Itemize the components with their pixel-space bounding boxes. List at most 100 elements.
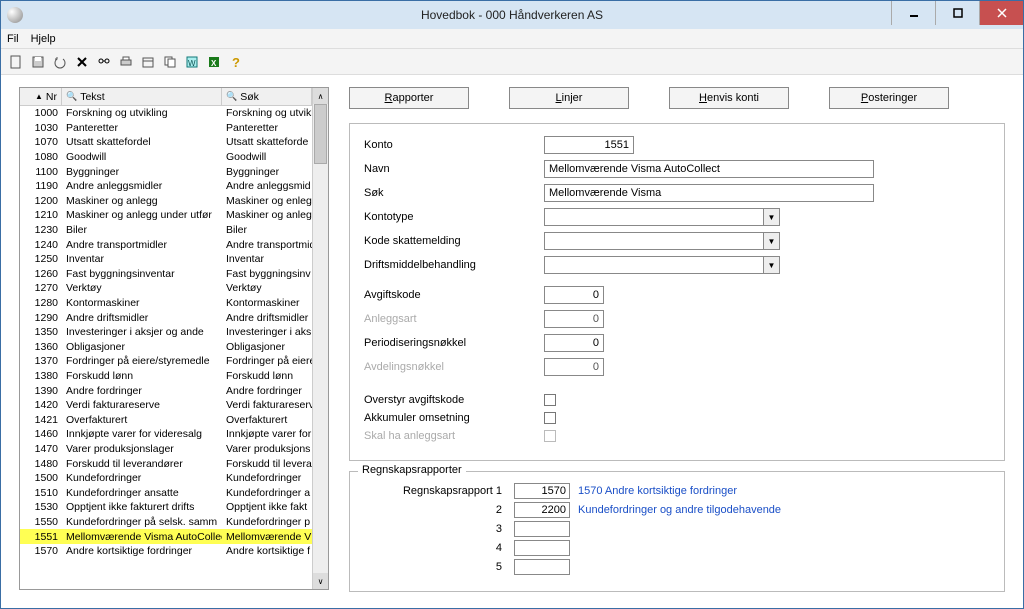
table-row[interactable]: 1080GoodwillGoodwill (20, 150, 328, 165)
cell-tekst: Fast byggningsinventar (62, 268, 222, 280)
grid-body[interactable]: 1000Forskning og utviklingForskning og u… (20, 106, 328, 589)
regnskapsrapport-link[interactable]: Kundefordringer og andre tilgodehavende (570, 504, 781, 516)
avgiftskode-input[interactable] (544, 286, 604, 304)
table-row[interactable]: 1570Andre kortsiktige fordringerAndre ko… (20, 544, 328, 559)
table-row[interactable]: 1260Fast byggningsinventarFast byggnings… (20, 267, 328, 282)
table-row[interactable]: 1210Maskiner og anlegg under utførMaskin… (20, 208, 328, 223)
sok-input[interactable] (544, 184, 874, 202)
table-row[interactable]: 1390Andre fordringerAndre fordringer (20, 383, 328, 398)
konto-input[interactable] (544, 136, 634, 154)
regnskapsrapport-code-input[interactable] (514, 483, 570, 499)
close-button[interactable] (979, 1, 1023, 25)
table-row[interactable]: 1500KundefordringerKundefordringer (20, 471, 328, 486)
regnskapsrapport-code-input[interactable] (514, 540, 570, 556)
copy-icon[interactable] (161, 53, 179, 71)
minimize-button[interactable] (891, 1, 935, 25)
vertical-scrollbar[interactable]: ∧ ∨ (312, 88, 328, 589)
cell-nr: 1500 (20, 472, 62, 484)
regnskapsrapport-code-input[interactable] (514, 521, 570, 537)
delete-icon[interactable] (73, 53, 91, 71)
kontotype-input[interactable] (544, 208, 764, 226)
table-row[interactable]: 1460Innkjøpte varer for videresalgInnkjø… (20, 427, 328, 442)
svg-text:?: ? (232, 55, 240, 69)
maximize-button[interactable] (935, 1, 979, 25)
help-icon[interactable]: ? (227, 53, 245, 71)
col-header-sok[interactable]: 🔍Søk (222, 88, 312, 105)
table-row[interactable]: 1030PanteretterPanteretter (20, 121, 328, 136)
cell-nr: 1530 (20, 501, 62, 513)
table-row[interactable]: 1380Forskudd lønnForskudd lønn (20, 369, 328, 384)
table-row[interactable]: 1230BilerBiler (20, 223, 328, 238)
col-header-nr[interactable]: ▲Nr (20, 88, 62, 105)
table-row[interactable]: 1070Utsatt skattefordelUtsatt skatteford… (20, 135, 328, 150)
table-row[interactable]: 1100ByggningerByggninger (20, 164, 328, 179)
overstyr-avgiftskode-checkbox[interactable] (544, 394, 556, 406)
periodiseringsnokkel-label: Periodiseringsnøkkel (364, 337, 544, 349)
cell-nr: 1080 (20, 151, 62, 163)
kode-skattemelding-input[interactable] (544, 232, 764, 250)
menu-file[interactable]: Fil (7, 33, 19, 45)
table-row[interactable]: 1420Verdi fakturareserveVerdi fakturares… (20, 398, 328, 413)
table-row[interactable]: 1240Andre transportmidlerAndre transport… (20, 237, 328, 252)
print-icon[interactable] (117, 53, 135, 71)
table-row[interactable]: 1350Investeringer i aksjer og andeInvest… (20, 325, 328, 340)
table-row[interactable]: 1370Fordringer på eiere/styremedleFordri… (20, 354, 328, 369)
rapporter-button[interactable]: Rapporter (349, 87, 469, 109)
col-header-tekst[interactable]: 🔍Tekst (62, 88, 222, 105)
kode-skattemelding-combo[interactable]: ▼ (544, 232, 780, 250)
linjer-button[interactable]: Linjer (509, 87, 629, 109)
maximize-icon (952, 7, 964, 19)
titlebar: Hovedbok - 000 Håndverkeren AS (1, 1, 1023, 29)
cell-nr: 1390 (20, 385, 62, 397)
table-row[interactable]: 1280KontormaskinerKontormaskiner (20, 296, 328, 311)
chevron-down-icon[interactable]: ▼ (764, 232, 780, 250)
cell-nr: 1570 (20, 545, 62, 557)
table-row[interactable]: 1550Kundefordringer på selsk. sammKundef… (20, 515, 328, 530)
cell-tekst: Opptjent ikke fakturert drifts (62, 501, 222, 513)
new-icon[interactable] (7, 53, 25, 71)
posteringer-button[interactable]: Posteringer (829, 87, 949, 109)
table-row[interactable]: 1250InventarInventar (20, 252, 328, 267)
table-row[interactable]: 1421OverfakturertOverfakturert (20, 412, 328, 427)
chevron-down-icon[interactable]: ▼ (764, 208, 780, 226)
scroll-down-icon[interactable]: ∨ (313, 573, 328, 589)
find-icon[interactable] (95, 53, 113, 71)
menu-help[interactable]: Hjelp (31, 33, 56, 45)
table-row[interactable]: 1000Forskning og utviklingForskning og u… (20, 106, 328, 121)
table-row[interactable]: 1290Andre driftsmidlerAndre driftsmidler (20, 310, 328, 325)
chevron-down-icon[interactable]: ▼ (764, 256, 780, 274)
undo-icon[interactable] (51, 53, 69, 71)
excel-icon[interactable]: X (205, 53, 223, 71)
table-row[interactable]: 1190Andre anleggsmidlerAndre anleggsmid (20, 179, 328, 194)
linjer-rest: injer (562, 92, 583, 104)
table-row[interactable]: 1480Forskudd til leverandørerForskudd ti… (20, 456, 328, 471)
cell-nr: 1550 (20, 516, 62, 528)
calendar-icon[interactable] (139, 53, 157, 71)
close-icon (996, 7, 1008, 19)
driftsmiddel-combo[interactable]: ▼ (544, 256, 780, 274)
scroll-thumb[interactable] (314, 104, 327, 164)
table-row[interactable]: 1470Varer produksjonslagerVarer produksj… (20, 442, 328, 457)
akkumuler-omsetning-checkbox[interactable] (544, 412, 556, 424)
scroll-up-icon[interactable]: ∧ (313, 88, 328, 104)
regnskapsrapport-code-input[interactable] (514, 559, 570, 575)
cell-tekst: Andre driftsmidler (62, 312, 222, 324)
regnskapsrapport-code-input[interactable] (514, 502, 570, 518)
cell-tekst: Andre fordringer (62, 385, 222, 397)
cell-nr: 1290 (20, 312, 62, 324)
wizard-icon[interactable]: W (183, 53, 201, 71)
table-row[interactable]: 1510Kundefordringer ansatteKundefordring… (20, 485, 328, 500)
kontotype-combo[interactable]: ▼ (544, 208, 780, 226)
table-row[interactable]: 1551Mellomværende Visma AutoCollecMellom… (20, 529, 328, 544)
table-row[interactable]: 1530Opptjent ikke fakturert driftsOpptje… (20, 500, 328, 515)
periodiseringsnokkel-input[interactable] (544, 334, 604, 352)
table-row[interactable]: 1360ObligasjonerObligasjoner (20, 340, 328, 355)
driftsmiddel-input[interactable] (544, 256, 764, 274)
table-row[interactable]: 1200Maskiner og anleggMaskiner og enleg (20, 194, 328, 209)
henvis-konti-button[interactable]: Henvis konti (669, 87, 789, 109)
cell-tekst: Panteretter (62, 122, 222, 134)
navn-input[interactable] (544, 160, 874, 178)
save-icon[interactable] (29, 53, 47, 71)
regnskapsrapport-link[interactable]: 1570 Andre kortsiktige fordringer (570, 485, 737, 497)
table-row[interactable]: 1270VerktøyVerktøy (20, 281, 328, 296)
